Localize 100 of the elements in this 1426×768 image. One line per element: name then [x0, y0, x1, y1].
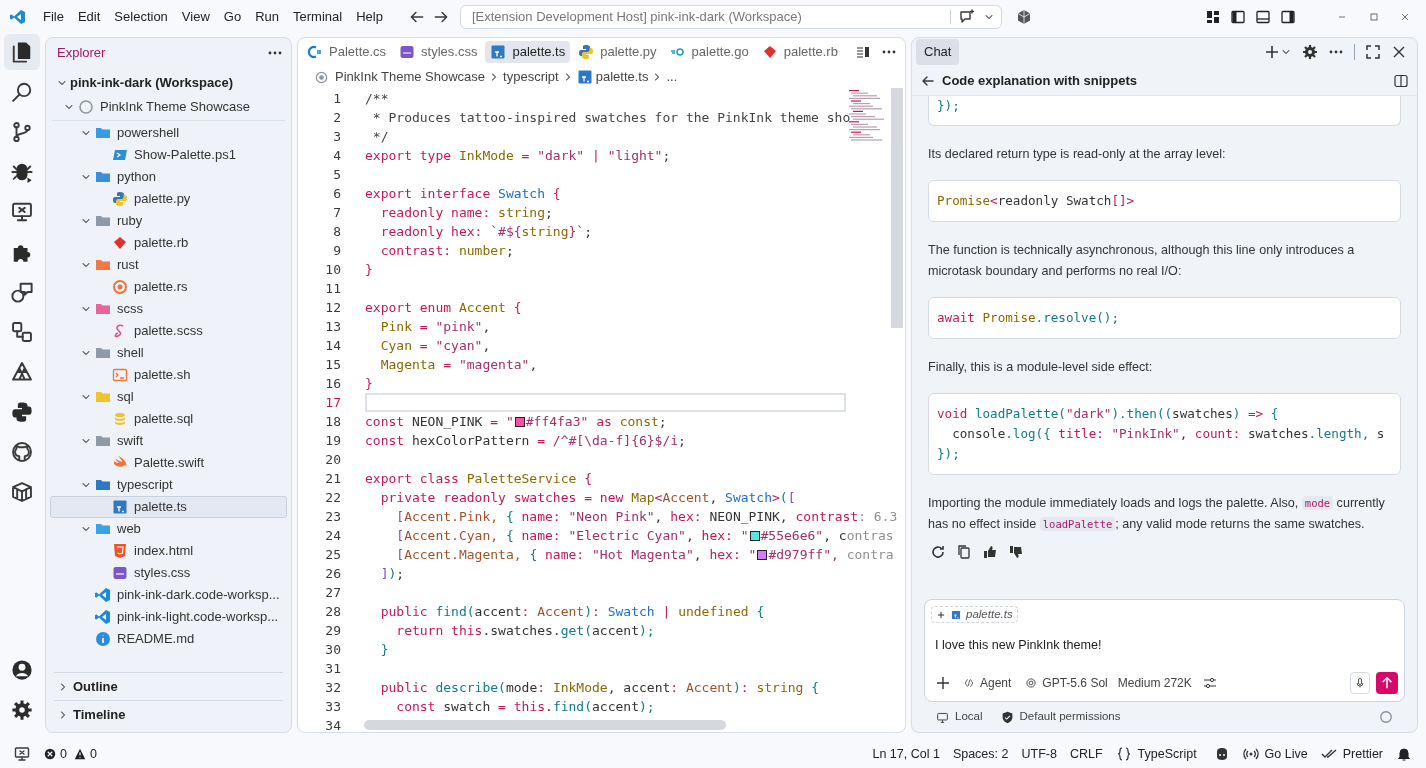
tree-item[interactable]: README.md	[50, 628, 287, 650]
tree-item[interactable]: swift	[50, 430, 287, 452]
section-header[interactable]: Timeline	[46, 701, 291, 728]
activity-button[interactable]	[4, 34, 40, 70]
editor-tab[interactable]: palette.py	[573, 41, 662, 63]
code-line: [Accent.Pink, { name: "Neon Pink", hex: NEON_PINK, contrast: 6.3	[395, 507, 898, 526]
thumbs-down-icon[interactable]	[1008, 544, 1024, 560]
status-item[interactable]: UTF-8	[1021, 744, 1057, 764]
plus-icon[interactable]	[1264, 44, 1280, 60]
close-icon[interactable]	[1391, 44, 1407, 60]
sliders-icon[interactable]	[1201, 675, 1218, 691]
microphone-button[interactable]	[1350, 672, 1370, 694]
tree-item[interactable]: scss	[50, 298, 287, 320]
effort-picker[interactable]: Medium 272K	[1117, 674, 1192, 692]
line-number: 27	[324, 583, 341, 602]
cube-icon[interactable]	[1015, 9, 1032, 25]
menu-item[interactable]: Help	[349, 4, 390, 30]
tree-item[interactable]: pink-ink-light.code-worksp...	[50, 606, 287, 628]
chat-sparkle-icon[interactable]	[958, 9, 975, 25]
status-item[interactable]: Ln 17, Col 1	[872, 744, 940, 764]
tree-item[interactable]: palette.py	[50, 188, 287, 210]
copy-icon[interactable]	[956, 544, 972, 560]
plus-icon[interactable]	[935, 675, 951, 691]
tree-item[interactable]: pink-ink-dark (Workspace)	[50, 71, 287, 95]
status-item[interactable]: Prettier	[1320, 744, 1383, 764]
refresh-icon[interactable]	[930, 544, 946, 560]
section-header[interactable]: Outline	[46, 673, 291, 700]
tree-item[interactable]: ruby	[50, 210, 287, 232]
code-line: export type InkMode = "dark" | "light";	[365, 146, 671, 165]
editor-tab[interactable]: Palette.cs	[302, 41, 392, 63]
menu-item[interactable]: File	[36, 4, 71, 30]
menu-item[interactable]: Run	[248, 4, 286, 30]
breadcrumb[interactable]: typescript	[503, 67, 559, 87]
tree-item[interactable]: Palette.swift	[50, 452, 287, 474]
tree-item[interactable]: palette.sql	[50, 408, 287, 430]
layout-icon[interactable]	[1205, 9, 1221, 25]
bell-icon[interactable]	[1396, 746, 1412, 762]
editor-tab[interactable]: palette.ts	[485, 41, 571, 63]
split-view-icon[interactable]	[1393, 72, 1409, 89]
color-swatch[interactable]	[749, 530, 760, 541]
tree-item[interactable]: powershell	[50, 122, 287, 144]
editor-tab[interactable]: palette.go	[664, 41, 754, 63]
tree-item[interactable]: palette.rb	[50, 232, 287, 254]
menu-item[interactable]: View	[174, 4, 217, 30]
chat-input[interactable]: palette.ts I love this new PinkInk theme! Agent GPT-5.6 Sol Medium 272K	[924, 599, 1405, 702]
model-picker[interactable]: GPT-5.6 Sol	[1025, 674, 1108, 692]
editor-tab[interactable]: palette.rb	[756, 41, 843, 63]
tree-item[interactable]: PinkInk Theme Showcase	[50, 95, 287, 119]
tree-item[interactable]: index.html	[50, 540, 287, 562]
footer-option[interactable]: Local	[955, 708, 983, 726]
problems-indicator[interactable]: 0 0	[44, 744, 97, 764]
command-center[interactable]: [Extension Development Host] pink-ink-dark (Workspace)	[459, 5, 1002, 29]
tree-item[interactable]: palette.rs	[50, 276, 287, 298]
status-item[interactable]: TypeScript	[1115, 744, 1197, 764]
breadcrumb[interactable]: PinkInk Theme Showcase	[335, 67, 486, 87]
tree-item[interactable]: palette.ts	[50, 496, 287, 518]
tree-item[interactable]: python	[50, 166, 287, 188]
tree-item[interactable]: palette.sh	[50, 364, 287, 386]
line-number: 11	[324, 279, 341, 298]
status-item[interactable]: Go Live	[1242, 744, 1308, 764]
remote-icon[interactable]	[14, 746, 30, 762]
menu-item[interactable]: Selection	[107, 4, 175, 30]
sidebar-right-icon[interactable]	[1280, 9, 1296, 25]
settings-icon[interactable]	[11, 699, 33, 721]
tree-item[interactable]: sql	[50, 386, 287, 408]
file-badge-icon	[112, 499, 128, 515]
vertical-scrollbar[interactable]	[891, 88, 903, 328]
tree-item[interactable]: Show-Palette.ps1	[50, 144, 287, 166]
settings-icon[interactable]	[1302, 44, 1318, 60]
menu-item[interactable]: Terminal	[286, 4, 350, 30]
color-swatch[interactable]	[514, 416, 525, 427]
menu-item[interactable]: Go	[216, 4, 249, 30]
color-swatch[interactable]	[757, 549, 768, 560]
menu-item[interactable]: Edit	[70, 4, 108, 30]
tree-item[interactable]: styles.css	[50, 562, 287, 584]
tree-item[interactable]: web	[50, 518, 287, 540]
breadcrumb[interactable]: palette.ts	[595, 67, 649, 87]
footer-option[interactable]: Default permissions	[1019, 708, 1121, 726]
status-item[interactable]: Spaces: 2	[952, 744, 1009, 764]
breadcrumb[interactable]: ...	[666, 67, 678, 87]
chat-tab[interactable]: Chat	[916, 39, 960, 65]
mode-picker[interactable]: Agent	[963, 674, 1012, 692]
editor-tab[interactable]: styles.css	[394, 41, 483, 63]
thumbs-up-icon[interactable]	[982, 544, 998, 560]
horizontal-scrollbar[interactable]	[364, 720, 726, 730]
tree-item[interactable]: rust	[50, 254, 287, 276]
fullscreen-icon[interactable]	[1365, 44, 1381, 60]
attachment-chip[interactable]: palette.ts	[931, 606, 1018, 623]
tree-item[interactable]: palette.scss	[50, 320, 287, 342]
python-icon	[11, 401, 33, 423]
tree-item[interactable]: typescript	[50, 474, 287, 496]
status-item[interactable]: CRLF	[1069, 744, 1103, 764]
split-editor-icon[interactable]	[855, 44, 871, 60]
panel-bottom-icon[interactable]	[1255, 9, 1271, 25]
tree-item[interactable]: pink-ink-dark.code-worksp...	[50, 584, 287, 606]
maximize-icon[interactable]	[1368, 11, 1380, 23]
sidebar-left-icon[interactable]	[1230, 9, 1246, 25]
send-button[interactable]	[1376, 672, 1398, 694]
tree-item[interactable]: shell	[50, 342, 287, 364]
account-icon[interactable]	[11, 659, 33, 681]
